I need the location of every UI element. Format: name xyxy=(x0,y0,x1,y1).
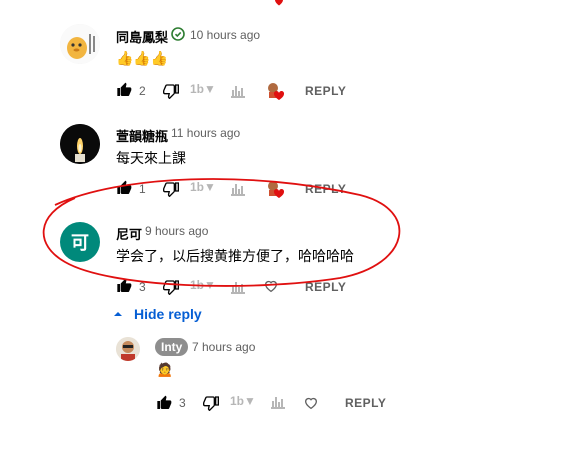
reply-button[interactable]: REPLY xyxy=(345,396,386,410)
chevron-up-icon xyxy=(114,312,122,316)
stats-icon[interactable] xyxy=(270,393,286,414)
author-badge[interactable]: Inty xyxy=(155,338,189,356)
like-button[interactable] xyxy=(156,395,172,416)
translate-icon[interactable]: 1b▼ xyxy=(230,394,256,408)
like-count: 3 xyxy=(179,396,186,410)
hide-reply-label: Hide reply xyxy=(134,306,202,322)
reply-time[interactable]: 7 hours ago xyxy=(192,340,255,354)
avatar[interactable] xyxy=(116,337,140,361)
dislike-button[interactable] xyxy=(203,395,219,416)
reply-text: 🙍 xyxy=(156,361,174,377)
heart-outline-icon[interactable] xyxy=(303,395,319,416)
hide-reply-button[interactable]: Hide reply xyxy=(112,306,202,322)
